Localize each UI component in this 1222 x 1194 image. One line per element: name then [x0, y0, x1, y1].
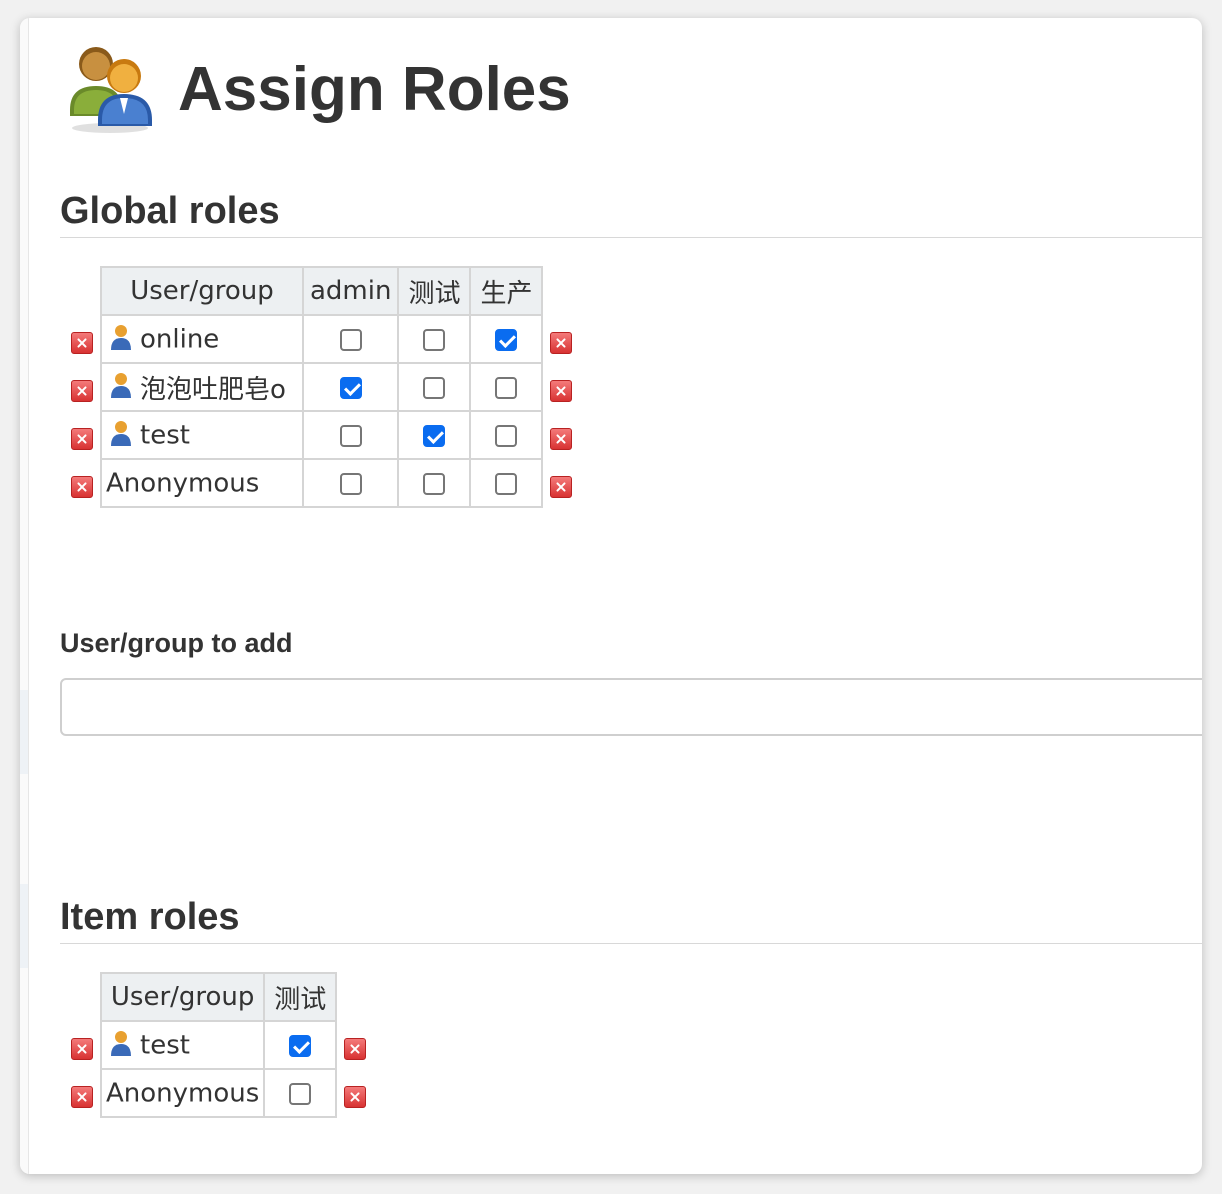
header-role-admin: admin [301, 266, 400, 316]
delete-icon[interactable] [550, 475, 573, 498]
user-name: Anonymous [106, 468, 260, 499]
page-title: Assign Roles [178, 55, 571, 124]
delete-icon[interactable] [71, 475, 93, 498]
item-roles-table: User/group 测试 test Anonymous [64, 972, 373, 1118]
delete-icon[interactable] [71, 1085, 93, 1108]
role-cell [301, 314, 400, 364]
delete-icon[interactable] [71, 379, 93, 402]
delete-cell [64, 1021, 101, 1069]
user-cell: online [100, 314, 304, 364]
user-cell: Anonymous [100, 458, 304, 508]
delete-cell [542, 315, 579, 363]
user-name: Anonymous [106, 1078, 260, 1109]
user-name: test [140, 1030, 190, 1061]
main-panel: Assign Roles Global roles User/group adm… [20, 18, 1202, 1174]
add-user-input[interactable] [60, 678, 1202, 736]
role-checkbox[interactable] [289, 1082, 312, 1105]
role-checkbox[interactable] [339, 328, 362, 351]
role-checkbox[interactable] [495, 424, 518, 447]
role-cell [397, 458, 472, 508]
table-row: online [64, 314, 579, 364]
role-cell [469, 314, 544, 364]
role-cell [397, 314, 472, 364]
delete-cell [64, 315, 101, 363]
global-roles-title: Global roles [60, 190, 1202, 238]
role-checkbox[interactable] [339, 376, 362, 399]
role-cell [263, 1068, 338, 1118]
role-cell [469, 362, 544, 412]
user-icon [111, 421, 131, 447]
header-user-group: User/group [99, 972, 266, 1022]
role-cell [263, 1020, 338, 1070]
user-cell: 泡泡吐肥皂o [100, 362, 304, 412]
add-user-label: User/group to add [60, 628, 293, 658]
item-roles-header-row: User/group 测试 [64, 972, 373, 1022]
delete-icon[interactable] [71, 427, 93, 450]
side-panel-band [20, 690, 28, 774]
user-icon [111, 325, 131, 351]
role-checkbox[interactable] [495, 328, 518, 351]
delete-icon[interactable] [550, 427, 573, 450]
table-row: test [64, 1020, 373, 1070]
role-checkbox[interactable] [289, 1034, 312, 1057]
role-checkbox[interactable] [423, 376, 446, 399]
header-spacer [64, 973, 101, 1021]
delete-cell [64, 363, 101, 411]
role-checkbox[interactable] [495, 376, 518, 399]
delete-cell [336, 1069, 373, 1117]
side-panel-band [20, 884, 28, 968]
role-cell [397, 410, 472, 460]
user-cell: test [100, 410, 304, 460]
table-row: Anonymous [64, 458, 579, 508]
role-checkbox[interactable] [495, 472, 518, 495]
role-cell [301, 458, 400, 508]
table-row: test [64, 410, 579, 460]
user-cell: test [99, 1020, 266, 1070]
delete-icon[interactable] [550, 331, 573, 354]
role-checkbox[interactable] [339, 424, 362, 447]
global-roles-table: User/group admin 测试 生产 online 泡泡吐肥皂o tes… [64, 266, 579, 508]
user-icon [111, 1031, 131, 1057]
header-user-group: User/group [100, 266, 304, 316]
delete-cell [336, 1021, 373, 1069]
item-roles-title: Item roles [60, 896, 1202, 944]
role-cell [397, 362, 472, 412]
content-area: Assign Roles Global roles User/group adm… [60, 18, 1202, 1174]
role-cell [469, 458, 544, 508]
role-checkbox[interactable] [423, 472, 446, 495]
role-cell [301, 410, 400, 460]
role-cell [301, 362, 400, 412]
header-spacer [64, 267, 101, 315]
delete-cell [64, 1069, 101, 1117]
role-checkbox[interactable] [339, 472, 362, 495]
header-spacer [336, 973, 373, 1021]
role-checkbox[interactable] [423, 328, 446, 351]
global-roles-header-row: User/group admin 测试 生产 [64, 266, 579, 316]
user-name: test [140, 420, 190, 451]
table-row: Anonymous [64, 1068, 373, 1118]
table-row: 泡泡吐肥皂o [64, 362, 579, 412]
delete-icon[interactable] [71, 1037, 93, 1060]
role-checkbox[interactable] [423, 424, 446, 447]
header-spacer [542, 267, 579, 315]
delete-cell [542, 411, 579, 459]
user-name: online [140, 324, 220, 355]
delete-icon[interactable] [344, 1085, 367, 1108]
delete-cell [64, 411, 101, 459]
user-name: 泡泡吐肥皂o [140, 374, 286, 405]
header-role-test: 测试 [263, 972, 338, 1022]
header-role-production: 生产 [469, 266, 544, 316]
delete-icon[interactable] [344, 1037, 367, 1060]
user-cell: Anonymous [99, 1068, 266, 1118]
roles-people-icon [70, 47, 152, 133]
role-cell [469, 410, 544, 460]
delete-icon[interactable] [71, 331, 93, 354]
user-icon [111, 373, 131, 398]
side-panel-edge [20, 18, 29, 1174]
delete-icon[interactable] [550, 379, 573, 402]
delete-cell [542, 363, 579, 411]
delete-cell [542, 459, 579, 507]
delete-cell [64, 459, 101, 507]
header-role-test: 测试 [397, 266, 472, 316]
